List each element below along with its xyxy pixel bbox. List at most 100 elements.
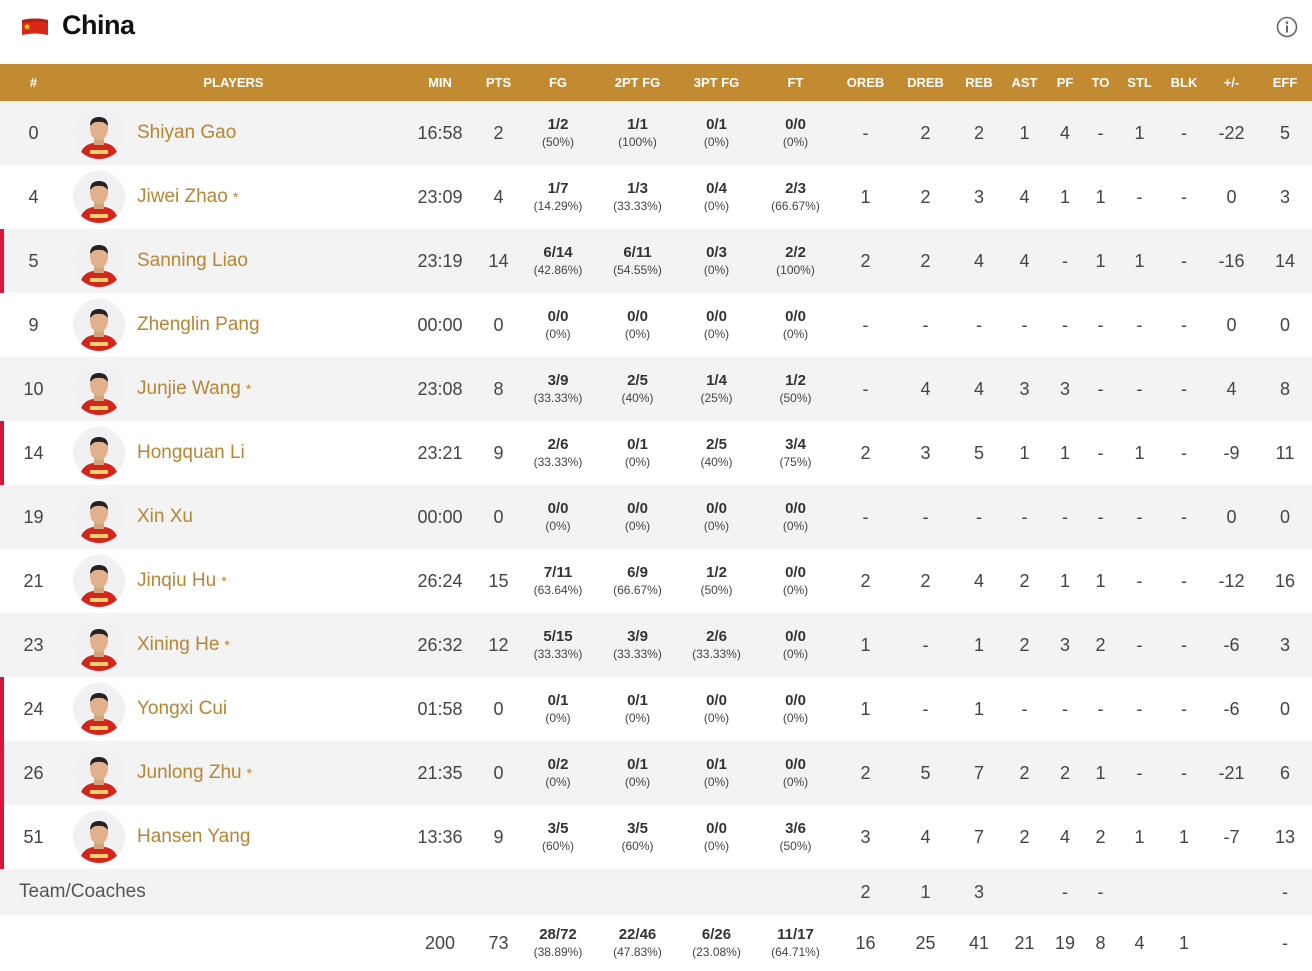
ft-made-attempted: 2/2	[785, 244, 806, 261]
player-name-link[interactable]: Xin Xu	[137, 506, 193, 528]
player-cell: Junjie Wang *	[67, 357, 400, 421]
player-photo[interactable]	[73, 107, 125, 159]
ast: -	[1021, 314, 1028, 335]
fg: 0/0 (0%)	[517, 293, 599, 357]
blk: -	[1181, 250, 1187, 271]
eff: 11	[1275, 442, 1295, 463]
player-row[interactable]: 10 Junjie Wang * 23:08 8 3/9 (33.33%) 2/5 (40%) 1…	[0, 357, 1312, 421]
player-name-link[interactable]: Shiyan Gao	[137, 122, 236, 144]
ft-percentage: (0%)	[782, 583, 809, 597]
player-row[interactable]: 14 Hongquan Li 23:21 9 2/6 (33.33%) 0/1 (0%) 2/5…	[0, 421, 1312, 485]
oreb: -	[862, 378, 869, 399]
minutes: 23:08	[417, 378, 463, 399]
player-name-link[interactable]: Sanning Liao	[137, 250, 248, 272]
eff: 16	[1274, 570, 1296, 591]
minutes: 13:36	[417, 826, 463, 847]
player-name-link[interactable]: Zhenglin Pang	[137, 314, 260, 336]
total-oreb: 16	[855, 932, 876, 953]
fg3-percentage: (0%)	[703, 135, 730, 149]
player-row[interactable]: 19 Xin Xu 00:00 0 0/0 (0%) 0/0 (0%) 0/0 (0%) 0/0 (0…	[0, 485, 1312, 549]
jersey-number: 23	[23, 634, 44, 655]
player-name-link[interactable]: Junjie Wang	[137, 378, 241, 400]
player-photo[interactable]	[73, 171, 125, 223]
player-photo[interactable]	[73, 491, 125, 543]
fg2-made-attempted: 0/0	[627, 500, 648, 517]
pf: -	[1062, 506, 1068, 527]
player-name-link[interactable]: Hongquan Li	[137, 442, 245, 464]
player-name-link[interactable]: Jiwei Zhao	[137, 186, 228, 208]
player-photo[interactable]	[73, 619, 125, 671]
player-name-link[interactable]: Junlong Zhu	[137, 762, 242, 784]
oreb: -	[862, 506, 869, 527]
fg2: 0/1 (0%)	[599, 741, 676, 805]
ft: 0/0 (0%)	[757, 741, 834, 805]
fg: 3/5 (60%)	[517, 805, 599, 869]
plus-minus: -21	[1218, 762, 1245, 783]
fg3: 0/0 (0%)	[676, 485, 757, 549]
fg-made-attempted: 0/1	[547, 692, 569, 709]
total-fg3-percentage: (23.08%)	[692, 945, 741, 959]
player-photo[interactable]	[73, 363, 125, 415]
player-row[interactable]: 5 Sanning Liao 23:19 14 6/14 (42.86%) 6/11 (54.…	[0, 229, 1312, 293]
ast: 4	[1019, 250, 1030, 271]
pf: 4	[1059, 122, 1070, 143]
player-photo[interactable]	[73, 235, 125, 287]
fg2-percentage: (0%)	[624, 775, 651, 789]
fg2-percentage: (0%)	[624, 455, 651, 469]
eff: 13	[1274, 826, 1296, 847]
player-row[interactable]: 24 Yongxi Cui 01:58 0 0/1 (0%) 0/1 (0%) 0/0 (0%) 0…	[0, 677, 1312, 741]
player-photo[interactable]	[73, 747, 125, 799]
player-photo[interactable]	[73, 811, 125, 863]
fg2-made-attempted: 0/1	[627, 756, 648, 773]
info-icon[interactable]	[1276, 16, 1298, 38]
eff: 3	[1279, 634, 1290, 655]
fg3-percentage: (0%)	[703, 263, 730, 277]
ft-made-attempted: 0/0	[785, 692, 806, 709]
ft: 0/0 (0%)	[757, 613, 834, 677]
player-row[interactable]: 51 Hansen Yang 13:36 9 3/5 (60%) 3/5 (60%) 0/0 (0…	[0, 805, 1312, 869]
player-cell: Jinqiu Hu *	[67, 549, 400, 613]
player-name-link[interactable]: Jinqiu Hu	[137, 570, 216, 592]
fg2-made-attempted: 3/5	[627, 820, 648, 837]
pf: -	[1062, 698, 1068, 719]
column-header-plus-minus: +/-	[1223, 75, 1240, 90]
player-row[interactable]: 23 Xining He * 26:32 12 5/15 (33.33%) 3/9 (33.33…	[0, 613, 1312, 677]
oreb: 1	[860, 186, 871, 207]
fg3-percentage: (40%)	[700, 455, 733, 469]
player-name-link[interactable]: Yongxi Cui	[137, 698, 227, 720]
total-plus-minus	[1205, 915, 1258, 971]
player-row[interactable]: 9 Zhenglin Pang 00:00 0 0/0 (0%) 0/0 (0%) 0/0 (0%…	[0, 293, 1312, 357]
eff: 14	[1274, 250, 1296, 271]
player-row[interactable]: 4 Jiwei Zhao * 23:09 4 1/7 (14.29%) 1/3 (33.33%)…	[0, 165, 1312, 229]
ft: 0/0 (0%)	[757, 293, 834, 357]
dreb: 3	[920, 442, 931, 463]
player-photo[interactable]	[73, 683, 125, 735]
fg-made-attempted: 6/14	[543, 244, 573, 261]
blk: -	[1181, 634, 1187, 655]
eff: 0	[1279, 506, 1290, 527]
total-ast: 21	[1014, 932, 1035, 953]
fg3-percentage: (0%)	[703, 775, 730, 789]
player-name-link[interactable]: Xining He	[137, 634, 219, 656]
fg3-made-attempted: 0/4	[706, 180, 727, 197]
jersey-number: 5	[0, 229, 67, 293]
player-photo[interactable]	[73, 555, 125, 607]
player-row[interactable]: 21 Jinqiu Hu * 26:24 15 7/11 (63.64%) 6/9 (66.67…	[0, 549, 1312, 613]
stl: -	[1136, 378, 1143, 399]
fg2-percentage: (66.67%)	[613, 583, 662, 597]
fg2-percentage: (33.33%)	[613, 647, 662, 661]
stl: -	[1136, 570, 1143, 591]
player-row[interactable]: 0 Shiyan Gao 16:58 2 1/2 (50%) 1/1 (100%) 0/1 (0%…	[0, 101, 1312, 165]
player-name-link[interactable]: Hansen Yang	[137, 826, 250, 848]
jersey-number: 9	[28, 314, 39, 335]
player-photo[interactable]	[73, 427, 125, 479]
player-photo[interactable]	[73, 299, 125, 351]
blk: -	[1181, 378, 1187, 399]
player-row[interactable]: 26 Junlong Zhu * 21:35 0 0/2 (0%) 0/1 (0%) 0/1 (0%…	[0, 741, 1312, 805]
fg-made-attempted: 1/7	[547, 180, 569, 197]
reb: 1	[973, 634, 984, 655]
dreb: 2	[920, 250, 931, 271]
fg2-percentage: (33.33%)	[613, 199, 662, 213]
ft-made-attempted: 0/0	[785, 756, 806, 773]
fg-percentage: (0%)	[545, 711, 571, 725]
